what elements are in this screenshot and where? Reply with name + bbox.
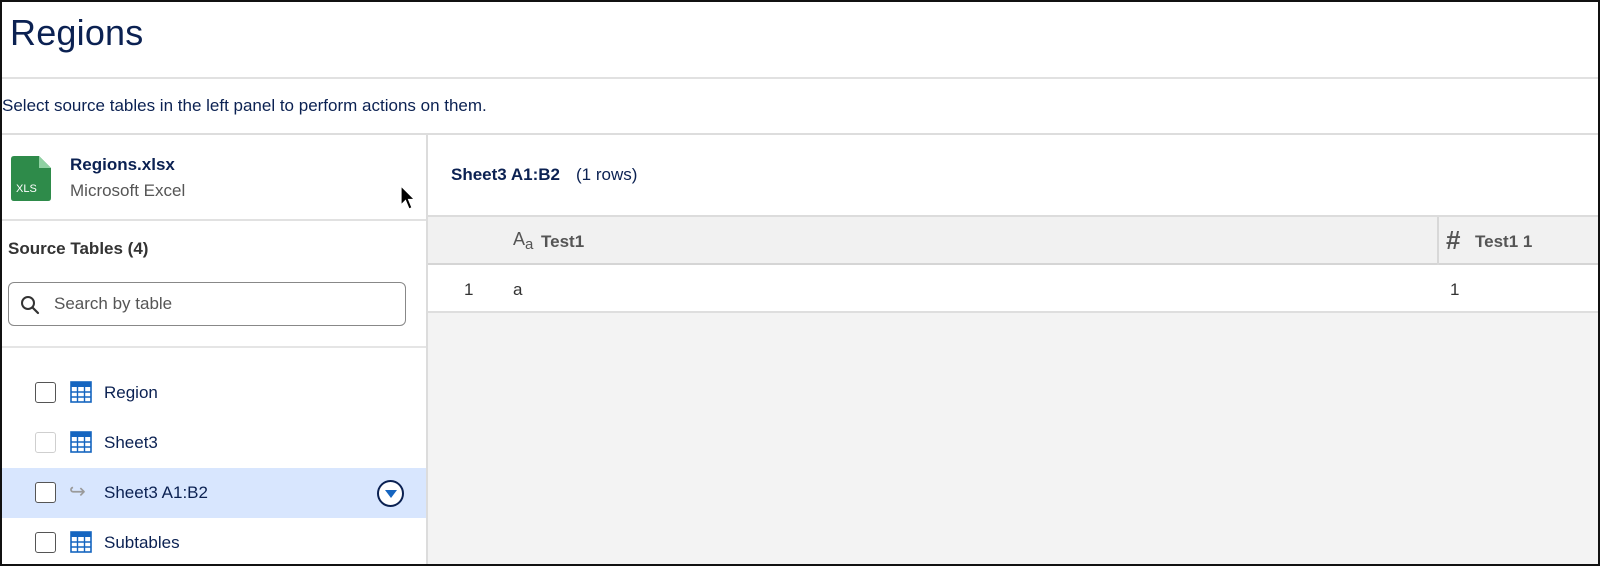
mouse-cursor-icon	[400, 185, 416, 210]
checkbox[interactable]	[35, 382, 56, 403]
divider	[2, 346, 426, 348]
instruction-text: Select source tables in the left panel t…	[2, 96, 487, 115]
grid-header-row: Aa Test1 # Test1 1	[428, 217, 1598, 265]
page-title: Regions	[10, 12, 144, 53]
column-header[interactable]: Test1 1	[1475, 232, 1532, 252]
file-type: Microsoft Excel	[70, 181, 186, 200]
number-type-icon: #	[1446, 225, 1461, 255]
source-table-item-sheet3-a1-b2[interactable]: ↪ Sheet3 A1:B2	[2, 468, 426, 518]
left-panel: XLS Regions.xlsx Microsoft Excel Source …	[2, 135, 428, 564]
checkbox[interactable]	[35, 482, 56, 503]
xls-file-icon: XLS	[11, 156, 51, 201]
text-type-icon: Aa	[513, 229, 534, 253]
source-table-item-subtables[interactable]: Subtables	[2, 518, 426, 564]
source-table-list: Region Sheet3 ↪ Sheet3 A1:B2 Subtables	[2, 368, 426, 564]
chevron-down-icon	[385, 490, 397, 498]
preview-panel: Sheet3 A1:B2 (1 rows) Aa Test1 # Test1 1…	[428, 135, 1598, 564]
table-icon	[70, 531, 92, 553]
subtable-arrow-icon: ↪	[69, 481, 86, 503]
column-resize-handle[interactable]	[1437, 217, 1439, 265]
preview-table-name: Sheet3 A1:B2	[451, 165, 560, 184]
checkbox-disabled	[35, 432, 56, 453]
file-info: XLS Regions.xlsx Microsoft Excel	[2, 135, 426, 221]
divider	[2, 77, 1598, 79]
file-name: Regions.xlsx	[70, 155, 175, 174]
table-icon	[70, 431, 92, 453]
source-table-label: Subtables	[104, 533, 180, 552]
table-cell: 1	[1450, 280, 1460, 299]
source-table-label: Sheet3	[104, 433, 158, 452]
item-menu-button[interactable]	[377, 480, 404, 507]
source-table-label: Region	[104, 383, 158, 402]
table-row: 1 a 1	[428, 265, 1598, 313]
source-table-label: Sheet3 A1:B2	[104, 483, 208, 502]
source-table-item-sheet3[interactable]: Sheet3	[2, 418, 426, 468]
xls-icon-label: XLS	[16, 183, 37, 195]
source-tables-heading: Source Tables (4)	[8, 239, 149, 258]
preview-header: Sheet3 A1:B2 (1 rows)	[428, 135, 1598, 217]
column-header[interactable]: Test1	[541, 232, 584, 252]
search-icon	[21, 296, 40, 315]
preview-row-count: (1 rows)	[576, 165, 638, 184]
search-box	[8, 282, 406, 326]
source-table-item-region[interactable]: Region	[2, 368, 426, 418]
checkbox[interactable]	[35, 532, 56, 553]
search-input[interactable]	[54, 283, 394, 324]
row-number: 1	[464, 280, 474, 299]
table-icon	[70, 381, 92, 403]
app-frame: Regions Select source tables in the left…	[0, 0, 1600, 566]
table-cell: a	[513, 280, 523, 299]
